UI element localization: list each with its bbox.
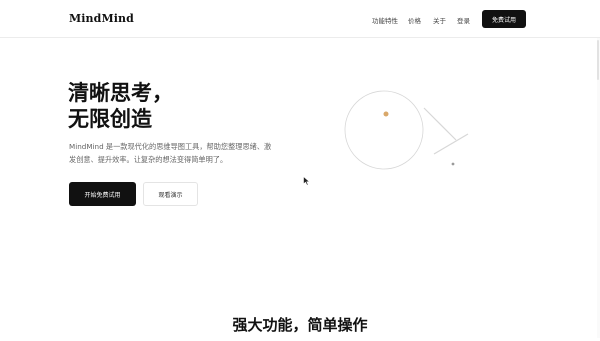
small-dot — [451, 162, 455, 166]
orb-dot — [383, 111, 389, 117]
hero-title: 清晰思考， 无限创造 — [68, 80, 173, 132]
scrollbar-thumb[interactable] — [597, 40, 599, 80]
mouse-pointer-icon — [303, 176, 311, 186]
hero-description: MindMind 是一款现代化的思维导图工具，帮助您整理思绪、激发创意、提升效率… — [69, 142, 272, 164]
hero-illustration — [344, 90, 469, 170]
nav-link-login[interactable]: 登录 — [457, 15, 470, 25]
nav-link-features[interactable]: 功能特性 — [372, 15, 398, 25]
navbar: MindMind 功能特性 价格 关于 登录 免费试用 — [0, 0, 600, 38]
watch-demo-button[interactable]: 观看演示 — [143, 182, 198, 206]
hero-title-line1: 清晰思考， — [68, 80, 173, 105]
diagonal-line — [423, 107, 457, 141]
orb-circle — [344, 90, 424, 170]
features-section-title: 强大功能，简单操作 — [232, 316, 368, 334]
hero-title-line2: 无限创造 — [68, 106, 152, 131]
nav-link-pricing[interactable]: 价格 — [408, 15, 421, 25]
cross-line — [433, 133, 469, 155]
nav-link-about[interactable]: 关于 — [433, 15, 446, 25]
free-trial-button[interactable]: 免费试用 — [482, 10, 526, 28]
start-free-trial-button[interactable]: 开始免费试用 — [69, 182, 136, 206]
logo[interactable]: MindMind — [69, 12, 134, 25]
